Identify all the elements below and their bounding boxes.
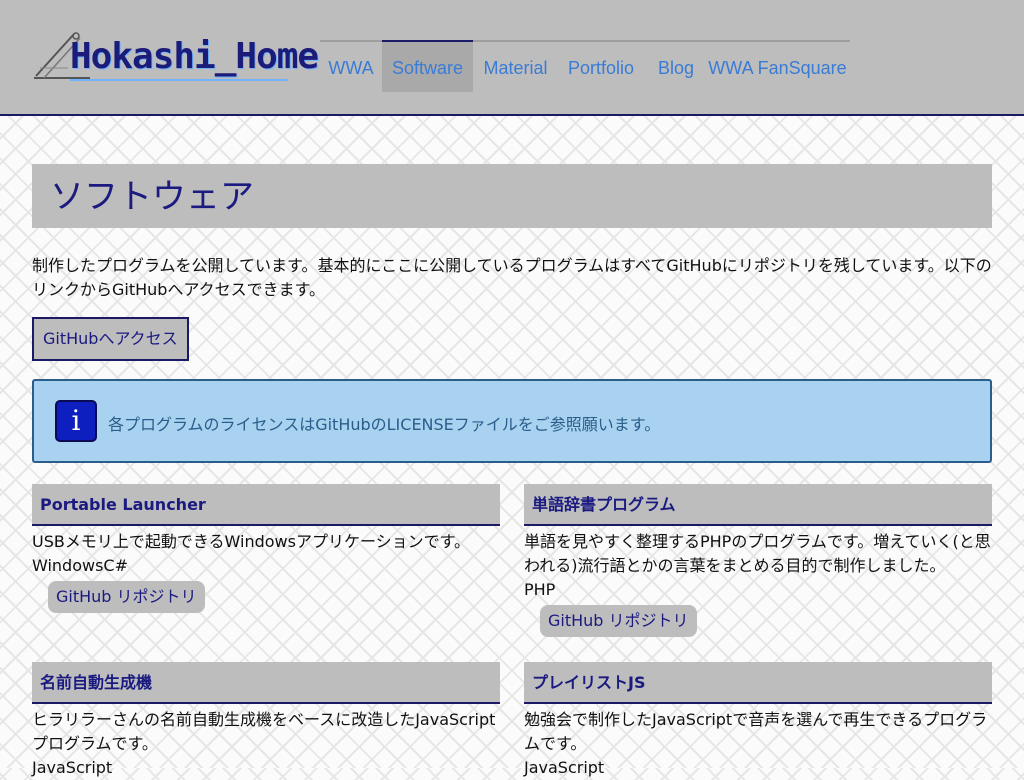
card-description: ヒラリラーさんの名前自動生成機をベースに改造したJavaScriptプログラムで…: [32, 710, 496, 753]
card-description: 単語を見やすく整理するPHPのプログラムです。増えていく(と思われる)流行語とか…: [524, 532, 991, 575]
card-title: Portable Launcher: [32, 484, 500, 526]
logo-text: Hokashi_Home: [70, 36, 319, 77]
software-card-word-dictionary: 単語辞書プログラム 単語を見やすく整理するPHPのプログラムです。増えていく(と…: [524, 484, 992, 637]
nav-blog[interactable]: Blog: [644, 42, 708, 90]
card-language: PHP: [524, 580, 556, 599]
nav-portfolio[interactable]: Portfolio: [558, 42, 644, 90]
card-description: 勉強会で制作したJavaScriptで音声を選んで再生できるプログラムです。: [524, 710, 988, 753]
card-title: プレイリストJS: [524, 662, 992, 704]
main-nav: WWA Software Material Portfolio Blog WWA…: [320, 40, 850, 92]
card-title: 単語辞書プログラム: [524, 484, 992, 526]
license-info-text: 各プログラムのライセンスはGitHubのLICENSEファイルをご参照願います。: [108, 415, 661, 434]
software-card-playlist-js: プレイリストJS 勉強会で制作したJavaScriptで音声を選んで再生できるプ…: [524, 662, 992, 780]
github-repo-button[interactable]: GitHub リポジトリ: [48, 581, 205, 613]
site-logo[interactable]: Hokashi_Home: [30, 28, 319, 84]
software-card-portable-launcher: Portable Launcher USBメモリ上で起動できるWindowsアプ…: [32, 484, 500, 613]
nav-wwa-fansquare[interactable]: WWA FanSquare: [708, 42, 847, 90]
card-language: JavaScript: [524, 758, 605, 777]
nav-software[interactable]: Software: [382, 40, 473, 92]
main-content: ソフトウェア 制作したプログラムを公開しています。基本的にここに公開しているプロ…: [32, 164, 992, 463]
site-header: Hokashi_Home WWA Software Material Portf…: [0, 0, 1024, 116]
software-card-name-generator: 名前自動生成機 ヒラリラーさんの名前自動生成機をベースに改造したJavaScri…: [32, 662, 500, 780]
nav-wwa[interactable]: WWA: [320, 42, 382, 90]
card-language: JavaScript: [32, 758, 113, 777]
card-title: 名前自動生成機: [32, 662, 500, 704]
intro-text: 制作したプログラムを公開しています。基本的にここに公開しているプログラムはすべて…: [32, 256, 992, 299]
github-access-button[interactable]: GitHubへアクセス: [32, 317, 189, 361]
card-description: USBメモリ上で起動できるWindowsアプリケーションです。: [32, 532, 471, 551]
license-info-box: i 各プログラムのライセンスはGitHubのLICENSEファイルをご参照願いま…: [32, 379, 992, 463]
github-repo-button[interactable]: GitHub リポジトリ: [540, 605, 697, 637]
card-language: WindowsC#: [32, 556, 128, 575]
page-title: ソフトウェア: [32, 164, 992, 228]
nav-material[interactable]: Material: [473, 42, 558, 90]
info-icon: i: [55, 400, 97, 442]
